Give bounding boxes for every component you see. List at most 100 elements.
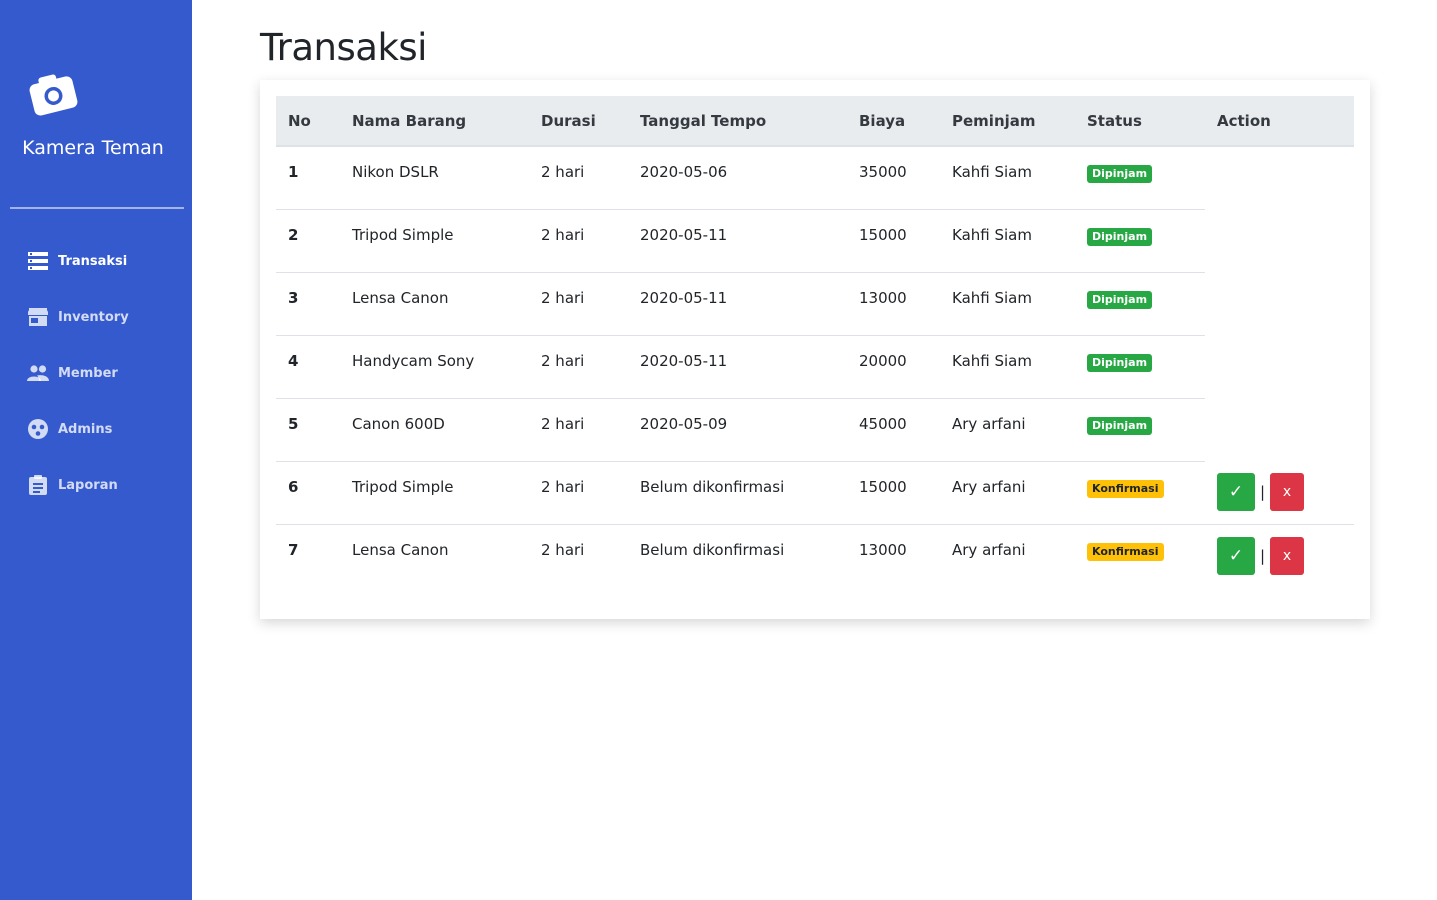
approve-button[interactable]: ✓ — [1217, 473, 1255, 511]
sidebar-item-label: Member — [58, 365, 118, 381]
cell-status: Dipinjam — [1075, 209, 1205, 273]
cell-status: Konfirmasi — [1075, 524, 1205, 587]
cell-peminjam: Kahfi Siam — [940, 209, 1075, 273]
column-header-action[interactable]: Action — [1205, 96, 1354, 147]
cell-biaya: 20000 — [847, 335, 940, 399]
sidebar-item-label: Laporan — [58, 477, 118, 493]
cell-biaya: 15000 — [847, 461, 940, 525]
column-header-peminjam[interactable]: Peminjam — [940, 96, 1075, 147]
cell-biaya: 13000 — [859, 540, 907, 559]
status-badge: Dipinjam — [1087, 290, 1153, 309]
sidebar-item-member[interactable]: Member — [0, 345, 192, 401]
cell-biaya: 13000 — [847, 272, 940, 336]
cell-action — [1205, 335, 1354, 398]
cell-status: Dipinjam — [1075, 335, 1205, 399]
sidebar-item-transaksi[interactable]: Transaksi — [0, 233, 192, 289]
cell-biaya: 45000 — [847, 398, 940, 462]
sidebar-item-laporan[interactable]: Laporan — [0, 457, 192, 513]
reject-button[interactable]: x — [1270, 473, 1305, 511]
cell-durasi: 2 hari — [541, 540, 585, 559]
page-title: Transaksi — [260, 26, 427, 69]
cell-durasi: 2 hari — [529, 398, 628, 462]
people-icon — [27, 362, 49, 384]
transactions-card: No Nama Barang Durasi Tanggal Tempo Biaya Pem… — [260, 80, 1370, 619]
cell-action — [1205, 398, 1354, 461]
brand-name[interactable]: Kamera Teman — [0, 137, 186, 159]
table-row: 1 Nikon DSLR 2 hari 2020-05-06 35000 Kahfi Si… — [276, 146, 1354, 210]
cell-action — [1205, 146, 1354, 209]
sidebar-item-label: Inventory — [58, 309, 129, 325]
cell-no: 1 — [276, 146, 340, 210]
cell-nama-barang: Canon 600D — [340, 398, 529, 462]
cell-durasi: 2 hari — [529, 272, 628, 336]
approve-button[interactable]: ✓ — [1217, 536, 1255, 575]
sidebar-item-inventory[interactable]: Inventory — [0, 289, 192, 345]
admin-icon — [27, 418, 49, 440]
cell-nama-barang: Lensa Canon — [352, 540, 449, 559]
sidebar-nav: Transaksi Inventory Member Admins Laporan — [0, 233, 192, 513]
cell-nama-barang: Nikon DSLR — [340, 146, 529, 210]
cell-peminjam: Ary arfani — [940, 398, 1075, 462]
list-icon — [27, 250, 49, 272]
cell-peminjam: Kahfi Siam — [940, 335, 1075, 399]
column-header-biaya[interactable]: Biaya — [847, 96, 940, 147]
cell-tanggal-tempo: 2020-05-06 — [628, 146, 847, 210]
transactions-table: No Nama Barang Durasi Tanggal Tempo Biaya Pem… — [276, 96, 1354, 587]
cell-status: Dipinjam — [1075, 146, 1205, 210]
sidebar-item-label: Admins — [58, 421, 113, 437]
column-header-status[interactable]: Status — [1075, 96, 1205, 147]
cell-no: 2 — [276, 209, 340, 273]
cell-no: 4 — [276, 335, 340, 399]
table-row: 4 Handycam Sony 2 hari 2020-05-11 20000 Kahfi… — [276, 335, 1354, 399]
table-row: 3 Lensa Canon 2 hari 2020-05-11 13000 Kahfi S… — [276, 272, 1354, 336]
cell-peminjam: Ary arfani — [940, 461, 1075, 525]
cell-durasi: 2 hari — [529, 461, 628, 525]
action-group: ✓ | x — [1217, 536, 1342, 575]
table-header-row: No Nama Barang Durasi Tanggal Tempo Biaya Pem… — [276, 96, 1354, 147]
cell-biaya: 15000 — [847, 209, 940, 273]
status-badge: Dipinjam — [1087, 165, 1153, 183]
status-badge: Konfirmasi — [1087, 479, 1164, 498]
cell-nama-barang: Tripod Simple — [340, 461, 529, 525]
cell-status: Dipinjam — [1075, 272, 1205, 336]
cell-nama-barang: Lensa Canon — [340, 272, 529, 336]
status-badge: Dipinjam — [1087, 416, 1153, 435]
cell-no: 5 — [276, 398, 340, 462]
cell-nama-barang: Tripod Simple — [340, 209, 529, 273]
status-badge: Dipinjam — [1087, 227, 1153, 246]
table-body: 1 Nikon DSLR 2 hari 2020-05-06 35000 Kahfi Si… — [276, 146, 1354, 587]
camera-logo-icon — [26, 70, 80, 118]
reject-button[interactable]: x — [1270, 536, 1305, 575]
cell-durasi: 2 hari — [529, 209, 628, 273]
cell-durasi: 2 hari — [529, 335, 628, 399]
sidebar: Kamera Teman Transaksi Inventory Member Adm… — [0, 0, 192, 900]
action-separator: | — [1260, 483, 1266, 501]
table-row: 5 Canon 600D 2 hari 2020-05-09 45000 Ary arfa… — [276, 398, 1354, 462]
cell-no: 7 — [288, 540, 299, 559]
column-header-no[interactable]: No — [276, 96, 340, 147]
sidebar-item-label: Transaksi — [58, 253, 128, 269]
cell-status: Dipinjam — [1075, 398, 1205, 462]
cell-action — [1205, 272, 1354, 335]
cell-action: ✓ | x — [1205, 524, 1354, 587]
table-row: 2 Tripod Simple 2 hari 2020-05-11 15000 Kahfi… — [276, 209, 1354, 273]
status-badge: Konfirmasi — [1087, 542, 1164, 561]
column-header-nama-barang[interactable]: Nama Barang — [340, 96, 529, 147]
column-header-tanggal-tempo[interactable]: Tanggal Tempo — [628, 96, 847, 147]
cell-action — [1205, 209, 1354, 272]
cell-biaya: 35000 — [847, 146, 940, 210]
cell-tanggal-tempo: Belum dikonfirmasi — [640, 540, 785, 559]
sidebar-divider — [10, 207, 184, 209]
cell-action: ✓ | x — [1205, 461, 1354, 525]
table-row: 6 Tripod Simple 2 hari Belum dikonfirmasi 15… — [276, 461, 1354, 525]
cell-peminjam: Ary arfani — [952, 540, 1026, 559]
cell-tanggal-tempo: Belum dikonfirmasi — [628, 461, 847, 525]
cell-status: Konfirmasi — [1075, 461, 1205, 525]
cell-tanggal-tempo: 2020-05-09 — [628, 398, 847, 462]
cell-peminjam: Kahfi Siam — [940, 146, 1075, 210]
column-header-durasi[interactable]: Durasi — [529, 96, 628, 147]
cell-no: 3 — [276, 272, 340, 336]
sidebar-item-admins[interactable]: Admins — [0, 401, 192, 457]
action-group: ✓ | x — [1217, 473, 1342, 511]
cell-nama-barang: Handycam Sony — [340, 335, 529, 399]
